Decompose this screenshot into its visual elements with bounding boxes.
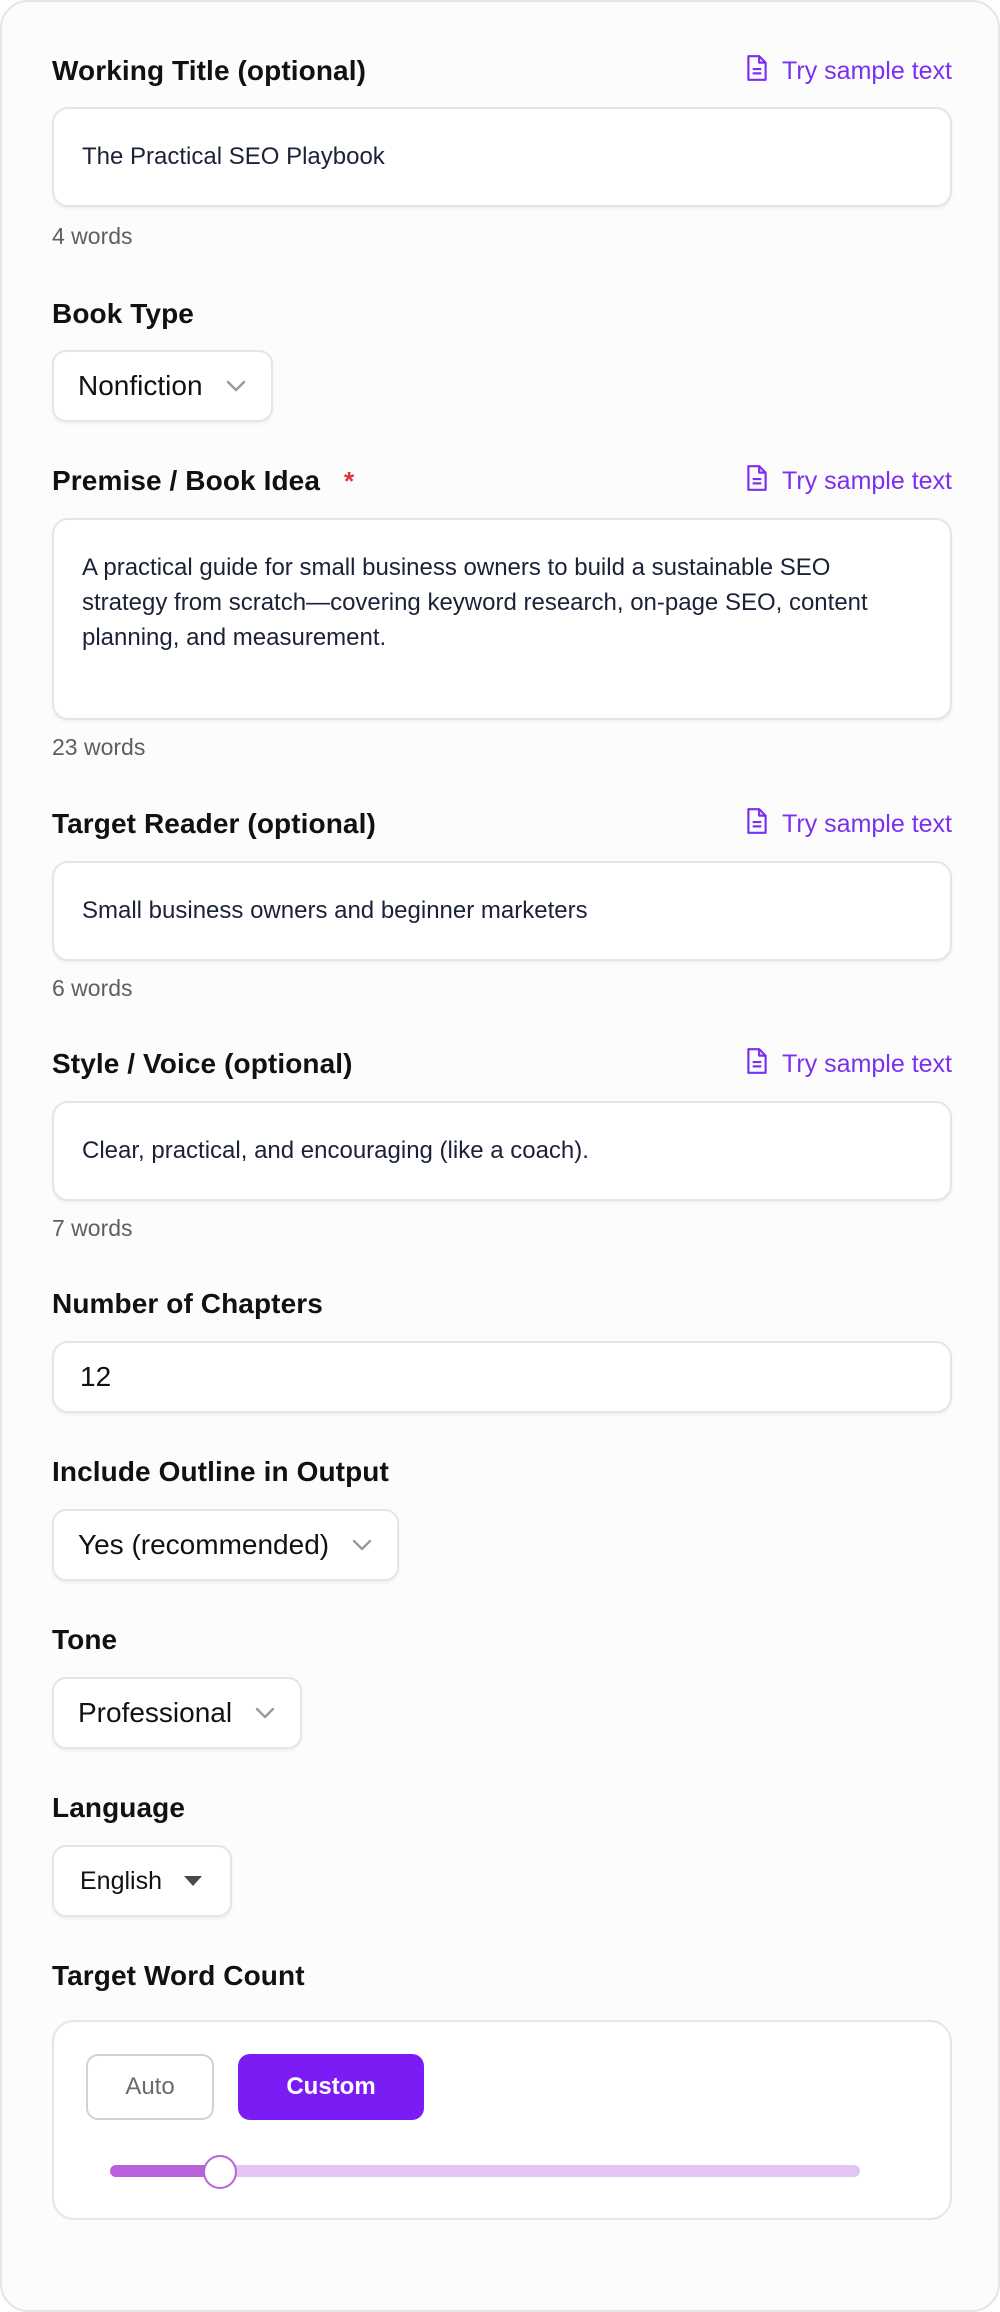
style-voice-label: Style / Voice (optional) (52, 1048, 353, 1079)
outline-label-row: Include Outline in Output (52, 1452, 952, 1492)
book-type-value: Nonfiction (78, 370, 203, 401)
document-icon (744, 807, 770, 842)
target-reader-label-row: Target Reader (optional) Try sample text (52, 804, 952, 844)
style-voice-word-count: 7 words (52, 1215, 133, 1241)
tone-field: Tone Professional (52, 1620, 952, 1749)
chapters-label-row: Number of Chapters (52, 1284, 952, 1324)
tone-select[interactable]: Professional (52, 1677, 303, 1749)
target-reader-field: Target Reader (optional) Try sample text… (52, 804, 952, 1001)
premise-textarea[interactable]: A practical guide for small business own… (52, 518, 952, 720)
target-reader-sample-label: Try sample text (782, 809, 952, 838)
word-count-field: Target Word Count Auto Custom (52, 1956, 952, 2220)
language-field: Language English (52, 1788, 952, 1917)
chevron-down-icon (225, 379, 247, 393)
tone-label: Tone (52, 1624, 118, 1655)
working-title-label-row: Working Title (optional) Try sample text (52, 51, 952, 91)
style-voice-label-row: Style / Voice (optional) Try sample text (52, 1044, 952, 1084)
premise-sample-link[interactable]: Try sample text (744, 464, 952, 499)
book-type-field: Book Type Nonfiction (52, 294, 952, 422)
chevron-down-icon (351, 1538, 373, 1552)
document-icon (744, 54, 770, 89)
language-value: English (80, 1866, 162, 1895)
document-icon (744, 464, 770, 499)
tone-value: Professional (78, 1697, 233, 1728)
word-count-label: Target Word Count (52, 1960, 305, 1991)
book-type-label-row: Book Type (52, 294, 952, 334)
premise-field: Premise / Book Idea * Try sample text A … (52, 461, 952, 760)
target-reader-input[interactable]: Small business owners and beginner marke… (52, 861, 952, 961)
chevron-down-icon (254, 1706, 276, 1720)
premise-label: Premise / Book Idea (52, 465, 321, 496)
outline-field: Include Outline in Output Yes (recommend… (52, 1452, 952, 1581)
target-reader-word-count: 6 words (52, 975, 133, 1001)
language-label-row: Language (52, 1788, 952, 1828)
target-reader-label: Target Reader (optional) (52, 808, 376, 839)
outline-label: Include Outline in Output (52, 1456, 389, 1487)
chapters-number-input[interactable]: 12 (52, 1341, 952, 1413)
style-voice-sample-link[interactable]: Try sample text (744, 1047, 952, 1082)
style-voice-field: Style / Voice (optional) Try sample text… (52, 1044, 952, 1241)
auto-button[interactable]: Auto (86, 2054, 214, 2120)
working-title-label: Working Title (optional) (52, 55, 367, 86)
style-voice-sample-label: Try sample text (782, 1049, 952, 1078)
premise-label-row: Premise / Book Idea * Try sample text (52, 461, 952, 501)
style-voice-input[interactable]: Clear, practical, and encouraging (like … (52, 1101, 952, 1201)
target-reader-sample-link[interactable]: Try sample text (744, 807, 952, 842)
working-title-field: Working Title (optional) Try sample text… (52, 51, 952, 249)
word-count-slider[interactable] (110, 2155, 860, 2189)
working-title-input[interactable]: The Practical SEO Playbook (52, 107, 952, 207)
word-count-panel: Auto Custom (52, 2020, 952, 2220)
language-select[interactable]: English (52, 1845, 232, 1917)
premise-value: A practical guide for small business own… (82, 554, 868, 651)
style-voice-value: Clear, practical, and encouraging (like … (82, 1137, 589, 1164)
premise-word-count: 23 words (52, 734, 146, 760)
target-reader-value: Small business owners and beginner marke… (82, 897, 588, 924)
book-type-label: Book Type (52, 298, 194, 329)
chapters-value: 12 (80, 1361, 112, 1392)
outline-select[interactable]: Yes (recommended) (52, 1509, 400, 1581)
book-form-card: Working Title (optional) Try sample text… (0, 0, 1000, 2312)
premise-label-group: Premise / Book Idea * (52, 465, 354, 497)
working-title-word-count: 4 words (52, 223, 133, 249)
required-indicator: * (344, 465, 355, 496)
tone-label-row: Tone (52, 1620, 952, 1660)
word-count-label-row: Target Word Count (52, 1956, 952, 1996)
document-icon (744, 1047, 770, 1082)
book-type-select[interactable]: Nonfiction (52, 350, 273, 422)
language-label: Language (52, 1792, 186, 1823)
chapters-field: Number of Chapters 12 (52, 1284, 952, 1413)
premise-sample-label: Try sample text (782, 466, 952, 495)
working-title-sample-link[interactable]: Try sample text (744, 54, 952, 89)
slider-thumb[interactable] (203, 2155, 238, 2189)
caret-down-icon (182, 1874, 204, 1888)
chapters-label: Number of Chapters (52, 1288, 323, 1319)
outline-value: Yes (recommended) (78, 1529, 330, 1560)
working-title-sample-label: Try sample text (782, 56, 952, 85)
working-title-value: The Practical SEO Playbook (82, 143, 385, 170)
custom-button[interactable]: Custom (238, 2054, 424, 2120)
